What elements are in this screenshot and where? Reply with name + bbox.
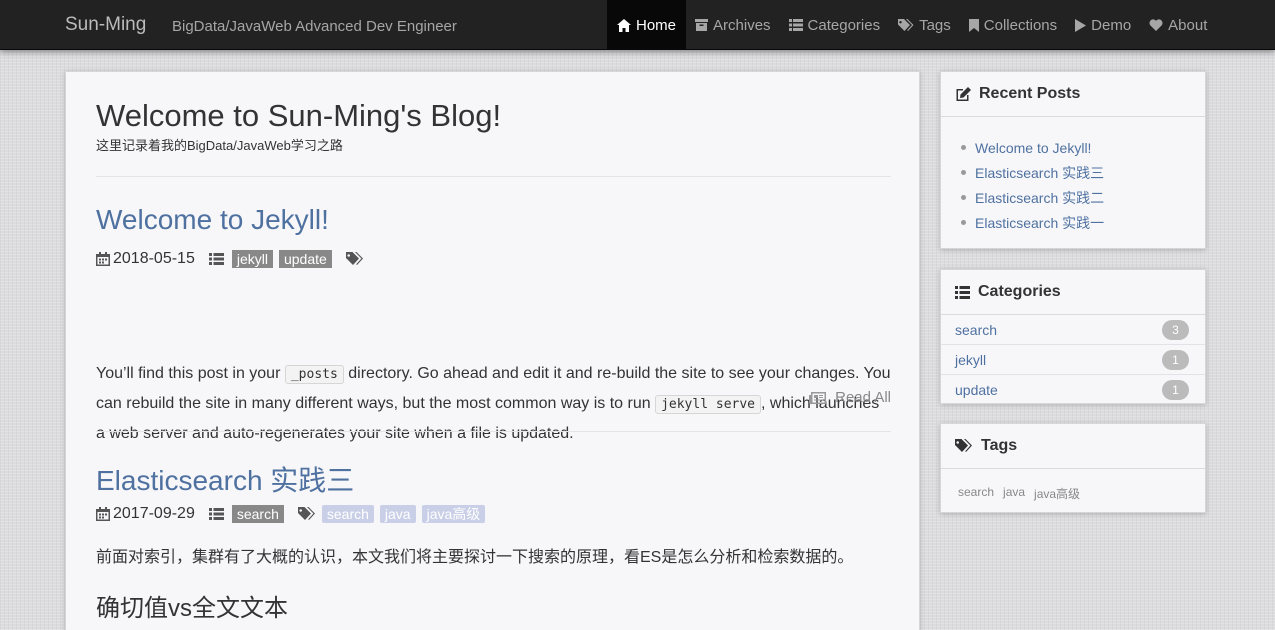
recent-posts-list: Welcome to Jekyll! Elasticsearch 实践三 Ela… — [941, 117, 1205, 235]
category-item[interactable]: jekyll 1 — [941, 345, 1205, 375]
panel-heading: Recent Posts — [941, 72, 1205, 117]
post-title-link[interactable]: Elasticsearch 实践三 — [96, 459, 354, 499]
nav-label: Home — [636, 16, 677, 34]
play-icon — [1075, 18, 1087, 32]
tag-label[interactable]: java — [379, 505, 416, 523]
panel-heading: Tags — [941, 424, 1205, 469]
post-excerpt: You’ll find this post in your _posts dir… — [96, 365, 891, 442]
post-date: 2018-05-15 — [113, 250, 195, 267]
tag-label[interactable]: java高级 — [421, 505, 486, 523]
heart-icon — [1149, 19, 1163, 31]
panel-title: Categories — [978, 283, 1061, 300]
count-badge: 1 — [1162, 380, 1189, 400]
nav-label: Categories — [807, 16, 881, 34]
panel-heading: Categories — [941, 270, 1205, 315]
archive-icon — [695, 19, 709, 31]
category-item[interactable]: search 3 — [941, 315, 1205, 345]
panel-title: Tags — [981, 437, 1018, 454]
tags-icon — [345, 252, 364, 266]
nav-label: Archives — [713, 16, 771, 34]
site-tagline: BigData/JavaWeb Advanced Dev Engineer — [172, 18, 457, 35]
page-title: Welcome to Sun-Ming's Blog! — [96, 98, 502, 133]
tag-link[interactable]: search — [958, 485, 994, 502]
category-label[interactable]: jekyll — [231, 250, 273, 268]
recent-post-link[interactable]: Elasticsearch 实践二 — [961, 185, 1205, 210]
nav-label: Collections — [983, 16, 1058, 34]
recent-post-link[interactable]: Elasticsearch 实践三 — [961, 160, 1205, 185]
calendar-icon — [96, 252, 110, 266]
bookmark-icon — [968, 18, 979, 32]
read-all-label: Read All — [835, 389, 891, 406]
recent-post-link[interactable]: Welcome to Jekyll! — [961, 135, 1205, 160]
tags-icon — [955, 439, 981, 453]
nav-item-collections[interactable]: Collections — [960, 0, 1066, 50]
tag-label[interactable]: search — [321, 505, 374, 523]
tag-link[interactable]: java — [1003, 485, 1025, 502]
list-icon — [955, 285, 978, 299]
tags-icon — [898, 18, 914, 32]
nav-item-demo[interactable]: Demo — [1066, 0, 1140, 50]
count-badge: 1 — [1162, 349, 1189, 370]
read-all-link[interactable]: Read All — [809, 389, 891, 406]
main-content: Welcome to Sun-Ming's Blog! 这里记录着我的BigDa… — [65, 71, 920, 630]
nav-item-about[interactable]: About — [1140, 0, 1216, 50]
nav-item-archives[interactable]: Archives — [686, 0, 780, 50]
post-excerpt: 前面对索引，集群有了大概的认识，本文我们将主要探讨一下搜索的原理，看ES是怎么分… — [96, 549, 854, 566]
calendar-icon — [96, 507, 110, 521]
tag-cloud: search java java高级 — [941, 469, 1205, 502]
page-subtitle: 这里记录着我的BigData/JavaWeb学习之路 — [96, 138, 343, 153]
nav-label: Demo — [1091, 16, 1132, 34]
category-list-icon — [208, 253, 224, 265]
post-title-link[interactable]: Welcome to Jekyll! — [96, 204, 329, 236]
recent-post-link[interactable]: Elasticsearch 实践一 — [961, 210, 1205, 235]
brand-link[interactable]: Sun-Ming — [65, 14, 146, 36]
divider — [96, 176, 891, 177]
category-label[interactable]: search — [231, 505, 284, 523]
category-label[interactable]: update — [278, 250, 332, 268]
tags-icon — [297, 507, 316, 521]
category-name: update — [955, 382, 998, 398]
category-list-icon — [208, 508, 224, 520]
post-meta: 2018-05-15 jekyll update — [96, 248, 364, 270]
nav-item-tags[interactable]: Tags — [889, 0, 960, 50]
nav-item-home[interactable]: Home — [607, 0, 687, 50]
count-badge: 3 — [1162, 319, 1189, 340]
edit-icon — [955, 86, 979, 102]
post-heading: 确切值vs全文文本 — [96, 595, 288, 622]
categories-panel: Categories search 3 jekyll 1 update 1 — [940, 269, 1206, 404]
post-meta: 2017-09-29 search search java java高级 — [96, 503, 491, 525]
category-item[interactable]: update 1 — [941, 375, 1205, 405]
top-navbar: Sun-Ming BigData/JavaWeb Advanced Dev En… — [0, 0, 1275, 50]
panel-title: Recent Posts — [979, 85, 1081, 102]
list-icon — [788, 19, 803, 31]
nav-item-categories[interactable]: Categories — [780, 0, 890, 50]
tag-link[interactable]: java高级 — [1034, 485, 1080, 502]
divider — [96, 431, 891, 432]
inline-code: jekyll serve — [655, 395, 761, 414]
newspaper-icon — [809, 391, 835, 404]
home-icon — [617, 18, 631, 32]
main-nav: Home Archives Categories Tags Collection… — [607, 0, 1216, 50]
inline-code: _posts — [284, 365, 344, 384]
category-name: jekyll — [955, 351, 987, 368]
recent-posts-panel: Recent Posts Welcome to Jekyll! Elastics… — [940, 71, 1206, 249]
nav-label: About — [1168, 16, 1208, 34]
category-name: search — [955, 321, 998, 338]
category-list: search 3 jekyll 1 update 1 — [941, 315, 1205, 405]
post-date: 2017-09-29 — [113, 505, 195, 522]
tags-panel: Tags search java java高级 — [940, 423, 1206, 513]
nav-label: Tags — [919, 16, 951, 34]
